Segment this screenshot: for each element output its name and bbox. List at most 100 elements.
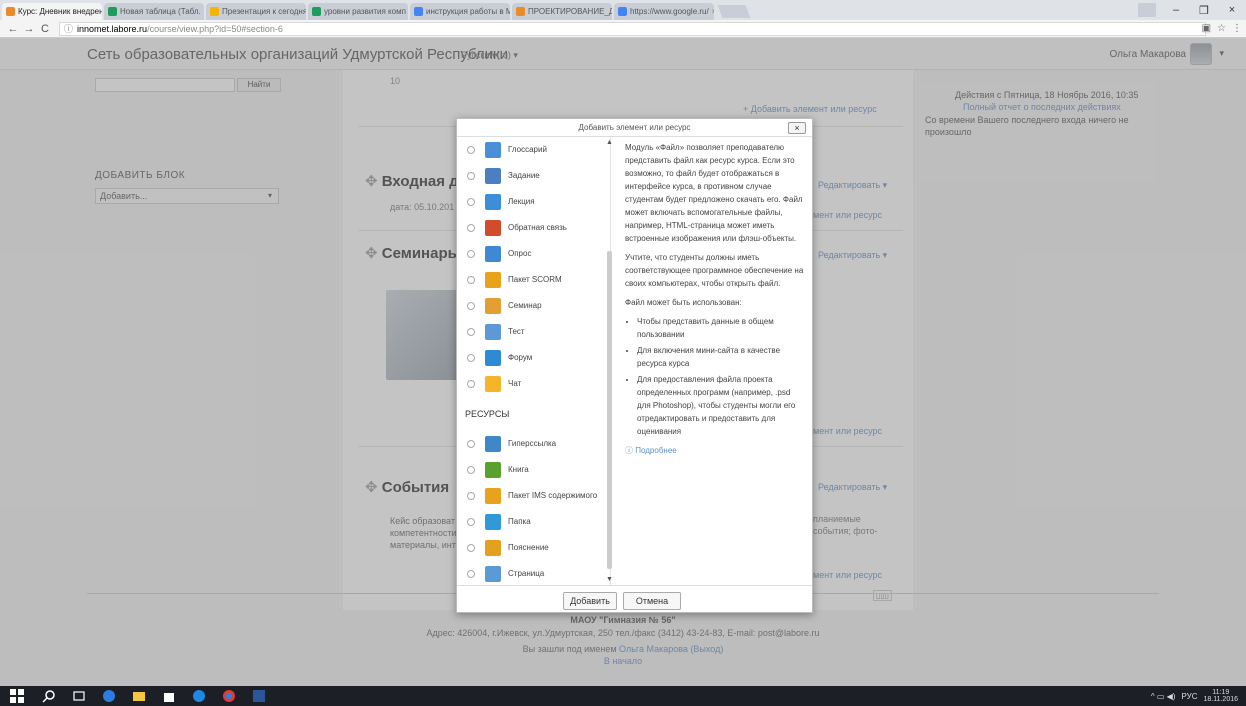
chooser-option[interactable]: Гиперссылка [457, 431, 607, 457]
module-description: Модуль «Файл» позволяет преподавателю пр… [625, 141, 805, 463]
option-label: Книга [508, 465, 529, 474]
address-bar[interactable]: ⓘ innomet.labore.ru/course/view.php?id=5… [59, 21, 1206, 36]
store-icon[interactable] [162, 689, 176, 703]
task-view-icon[interactable] [72, 689, 86, 703]
chooser-option[interactable]: Пакет SCORM [457, 267, 607, 293]
add-button[interactable]: Добавить [563, 592, 617, 610]
more-info-link[interactable]: Подробнее [635, 446, 677, 455]
option-radio[interactable] [467, 544, 475, 552]
search-icon[interactable] [42, 689, 56, 703]
option-label: Папка [508, 517, 531, 526]
chooser-option[interactable]: Задание [457, 163, 607, 189]
minimize-button[interactable]: – [1162, 4, 1190, 16]
tab-close-icon[interactable]: × [709, 7, 714, 16]
chooser-option[interactable]: Обратная связь [457, 215, 607, 241]
chooser-option[interactable]: Опрос [457, 241, 607, 267]
cancel-button[interactable]: Отмена [623, 592, 681, 610]
option-radio[interactable] [467, 276, 475, 284]
browser-tab[interactable]: Презентация к сегодня× [206, 3, 306, 20]
chooser-option[interactable]: Тест [457, 319, 607, 345]
browser-tab[interactable]: https://www.google.ru/× [614, 3, 714, 20]
tab-close-icon[interactable]: × [201, 7, 205, 16]
chooser-option[interactable]: Страница [457, 561, 607, 585]
tab-favicon-icon [618, 7, 627, 16]
browser-tab[interactable]: уровни развития комп× [308, 3, 408, 20]
tray-icons[interactable]: ^ ▭ ◀) [1151, 692, 1176, 701]
chooser-option[interactable]: Пояснение [457, 535, 607, 561]
forum-icon [485, 350, 501, 366]
list-scrollbar[interactable] [607, 251, 612, 569]
help-icon[interactable]: ⓘ [625, 446, 633, 455]
chooser-option[interactable]: Семинар [457, 293, 607, 319]
quiz-icon [485, 324, 501, 340]
option-label: Лекция [508, 197, 535, 206]
maximize-button[interactable]: ❐ [1190, 4, 1218, 17]
glossary-icon [485, 142, 501, 158]
chooser-option[interactable]: Пакет IMS содержимого [457, 483, 607, 509]
new-tab-button[interactable] [717, 5, 751, 18]
scroll-down-icon[interactable]: ▼ [606, 576, 613, 583]
browser-tab[interactable]: ПРОЕКТИРОВАНИЕ_ДР× [512, 3, 612, 20]
option-radio[interactable] [467, 440, 475, 448]
edge-browser-icon[interactable] [102, 689, 116, 703]
forward-button[interactable]: → [21, 23, 37, 35]
chooser-option[interactable]: Лекция [457, 189, 607, 215]
browser-tab[interactable]: Курс: Дневник внедрен× [2, 3, 102, 20]
option-radio[interactable] [467, 354, 475, 362]
folder-icon [485, 514, 501, 530]
url-icon [485, 436, 501, 452]
option-label: Глоссарий [508, 145, 547, 154]
system-tray: ^ ▭ ◀) РУС 11:19 18.11.2016 [1151, 689, 1238, 703]
site-info-icon[interactable]: ⓘ [64, 22, 73, 35]
back-button[interactable]: ← [5, 23, 21, 35]
option-radio[interactable] [467, 172, 475, 180]
option-radio[interactable] [467, 380, 475, 388]
dialog-close-button[interactable]: × [788, 122, 806, 134]
option-radio[interactable] [467, 466, 475, 474]
option-radio[interactable] [467, 224, 475, 232]
label-icon [485, 540, 501, 556]
os-taskbar: ^ ▭ ◀) РУС 11:19 18.11.2016 [0, 686, 1246, 706]
chooser-option[interactable]: Книга [457, 457, 607, 483]
clock[interactable]: 11:19 18.11.2016 [1203, 689, 1238, 703]
browser-tab[interactable]: инструкция работы в М× [410, 3, 510, 20]
option-radio[interactable] [467, 302, 475, 310]
option-radio[interactable] [467, 518, 475, 526]
option-radio[interactable] [467, 146, 475, 154]
menu-icon[interactable]: ⋮ [1232, 23, 1242, 34]
tab-favicon-icon [414, 7, 423, 16]
chooser-option[interactable]: Форум [457, 345, 607, 371]
browser-profile-icon[interactable] [1138, 3, 1156, 17]
media-player-icon[interactable] [192, 689, 206, 703]
keyboard-language[interactable]: РУС [1181, 692, 1197, 701]
tab-favicon-icon [108, 7, 117, 16]
extension-icon[interactable]: ▣ [1202, 23, 1211, 34]
option-label: Пояснение [508, 543, 549, 552]
browser-tab[interactable]: Новая таблица (Табл.× [104, 3, 204, 20]
reload-button[interactable]: C [37, 23, 53, 35]
option-radio[interactable] [467, 198, 475, 206]
file-explorer-icon[interactable] [132, 689, 146, 703]
option-radio[interactable] [467, 328, 475, 336]
bookmark-star-icon[interactable]: ☆ [1217, 23, 1226, 34]
chooser-option[interactable]: Чат [457, 371, 607, 397]
option-radio[interactable] [467, 492, 475, 500]
chooser-option[interactable]: Папка [457, 509, 607, 535]
option-radio[interactable] [467, 250, 475, 258]
chooser-option[interactable]: Глоссарий [457, 137, 607, 163]
close-window-button[interactable]: × [1218, 4, 1246, 16]
windows-start-icon[interactable] [10, 689, 24, 703]
option-label: Пакет SCORM [508, 275, 562, 284]
scorm-icon [485, 272, 501, 288]
tab-favicon-icon [210, 7, 219, 16]
tab-favicon-icon [312, 7, 321, 16]
dialog-title: Добавить элемент или ресурс [457, 119, 812, 137]
chrome-icon[interactable] [222, 689, 236, 703]
url-path: /course/view.php?id=50#section-6 [147, 23, 283, 34]
scroll-up-icon[interactable]: ▲ [606, 139, 613, 146]
option-label: Семинар [508, 301, 542, 310]
word-icon[interactable] [252, 689, 266, 703]
option-label: Тест [508, 327, 525, 336]
option-radio[interactable] [467, 570, 475, 578]
tab-close-icon[interactable]: × [406, 7, 408, 16]
